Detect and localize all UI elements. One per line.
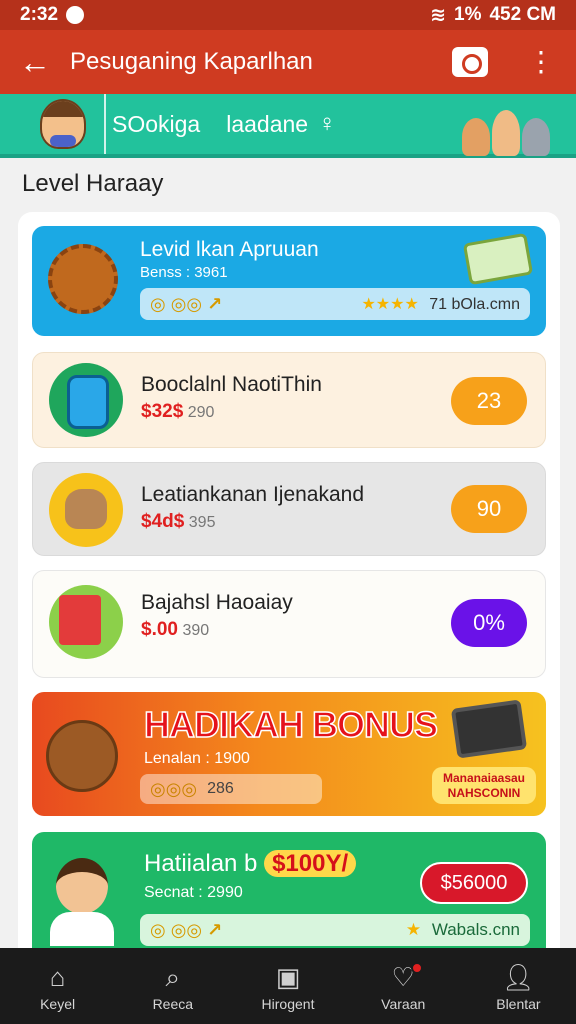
item-price-line: $32$ 290 <box>141 401 214 423</box>
item-extra: 395 <box>188 514 216 531</box>
ticket-icon <box>462 232 534 286</box>
item-title: Hatiialan b $100Y/ <box>144 850 357 878</box>
nav-label: Varaan <box>381 996 426 1012</box>
nav-tab-favorites[interactable]: ♡ Varaan <box>346 948 461 1024</box>
nav-tab-search[interactable]: ⌕ Reeca <box>115 948 230 1024</box>
app-bar: ← Pesuganing Kaparlhan ⋮ <box>0 30 576 94</box>
coins-icon: ◎ ◎◎ ↗ <box>150 919 223 940</box>
bonus-info-bar: ◎◎◎ 286 <box>140 774 322 804</box>
item-site: Wabals.cnn <box>431 920 520 939</box>
list-item[interactable]: Hatiialan b $100Y/ Secnat : 2990 $56000 … <box>32 832 546 950</box>
user-icon: 👤︎ <box>501 962 535 992</box>
status-time: 2:32 <box>20 4 59 25</box>
wifi-icon: ≋ <box>430 4 446 26</box>
bear-icon <box>46 720 118 792</box>
item-price-line: $4d$ 395 <box>141 511 215 533</box>
item-title: Bajahsl Haoaiay <box>141 591 293 614</box>
arrow-left-icon[interactable]: ← <box>0 44 70 81</box>
item-title: Booclalnl NaotiThin <box>141 373 322 396</box>
coins-icon: ◎◎◎ <box>150 778 198 799</box>
rating-stars: ★★★★ <box>361 296 419 313</box>
item-extra: 390 <box>182 622 210 639</box>
people-illustration <box>462 100 558 156</box>
percent-badge[interactable]: 0% <box>451 599 527 647</box>
count-badge[interactable]: 23 <box>451 377 527 425</box>
item-price-line: $.00 390 <box>141 619 209 641</box>
man-avatar-icon <box>46 850 118 946</box>
status-right-time: 452 CM <box>489 4 556 25</box>
bonus-title: HADIKAH BONUS <box>143 703 439 746</box>
bonus-value: 286 <box>207 780 234 797</box>
screen-icon: ▣ <box>275 962 301 992</box>
monitor-icon <box>450 699 528 759</box>
item-title: Levid lkan Apruuan <box>140 238 319 261</box>
item-price: $4d$ <box>141 511 185 532</box>
item-price: $.00 <box>141 619 178 640</box>
gift-icon <box>49 585 123 659</box>
item-subtitle: Benss : 3961 <box>140 264 228 281</box>
item-price: $32$ <box>141 401 184 422</box>
discount-pill: $100Y/ <box>264 850 357 877</box>
nav-label: Keyel <box>40 996 76 1012</box>
nav-label: Reeca <box>152 996 194 1012</box>
section-title: Level Haraay <box>22 170 164 197</box>
profile-banner: SOokiga laadane ♀ <box>0 94 576 158</box>
item-site: 71 bOla.cmn <box>429 296 520 313</box>
list-item[interactable]: Leatiankanan Ijenakand $4d$ 395 90 <box>32 462 546 556</box>
avatar[interactable] <box>40 99 86 149</box>
item-info-bar: ◎ ◎◎ ↗ ★ Wabals.cnn <box>140 914 530 946</box>
heart-icon: ♡ <box>392 960 423 994</box>
nav-tab-screen[interactable]: ▣ Hirogent <box>230 948 345 1024</box>
nav-tab-profile[interactable]: 👤︎ Blentar <box>461 948 576 1024</box>
item-subtitle: Secnat : 2990 <box>144 884 243 901</box>
promo-illustration: Mananaiaasau NAHSCONIN <box>432 699 536 810</box>
banner-label-1[interactable]: SOokiga <box>112 111 200 138</box>
medal-icon <box>48 244 118 314</box>
coins-icon: ◎ ◎◎ ↗ <box>150 293 223 314</box>
list-item[interactable]: Levid lkan Apruuan Benss : 3961 ◎ ◎◎ ↗ ★… <box>32 226 546 336</box>
notification-icon <box>66 6 85 24</box>
more-vertical-icon[interactable]: ⋮ <box>526 48 556 76</box>
bonus-card[interactable]: HADIKAH BONUS Lenalan : 1900 ◎◎◎ 286 Man… <box>32 692 546 816</box>
nav-tab-home[interactable]: ⌂ Keyel <box>0 948 115 1024</box>
item-title: Leatiankanan Ijenakand <box>141 483 365 506</box>
status-bar: 2:32 ≋ 1% 452 CM <box>0 0 576 30</box>
battery-level: 1% <box>454 4 482 25</box>
search-icon: ⌕ <box>165 962 181 992</box>
divider <box>104 94 106 154</box>
price-button[interactable]: $56000 <box>420 862 528 904</box>
bottom-navigation: ⌂ Keyel ⌕ Reeca ▣ Hirogent ♡ Varaan 👤︎ B… <box>0 948 576 1024</box>
banner-label-2[interactable]: laadane <box>226 111 308 138</box>
home-icon: ⌂ <box>49 962 66 992</box>
bag-icon <box>49 473 123 547</box>
item-info-bar: ◎ ◎◎ ↗ ★★★★ 71 bOla.cmn <box>140 288 530 320</box>
count-badge[interactable]: 90 <box>451 485 527 533</box>
star-icon: ★ <box>405 920 422 939</box>
device-icon <box>49 363 123 437</box>
nav-label: Hirogent <box>261 996 315 1012</box>
bonus-subtitle: Lenalan : 1900 <box>144 750 250 767</box>
camera-icon[interactable] <box>452 47 488 77</box>
page-title: Pesuganing Kaparlhan <box>70 48 313 75</box>
nav-label: Blentar <box>496 996 541 1012</box>
item-extra: 290 <box>187 404 215 421</box>
notification-dot <box>410 962 423 974</box>
list-item[interactable]: Booclalnl NaotiThin $32$ 290 23 <box>32 352 546 448</box>
list-item[interactable]: Bajahsl Haoaiay $.00 390 0% <box>32 570 546 678</box>
lightbulb-icon[interactable]: ♀ <box>318 110 336 138</box>
promo-label: Mananaiaasau NAHSCONIN <box>432 767 536 804</box>
